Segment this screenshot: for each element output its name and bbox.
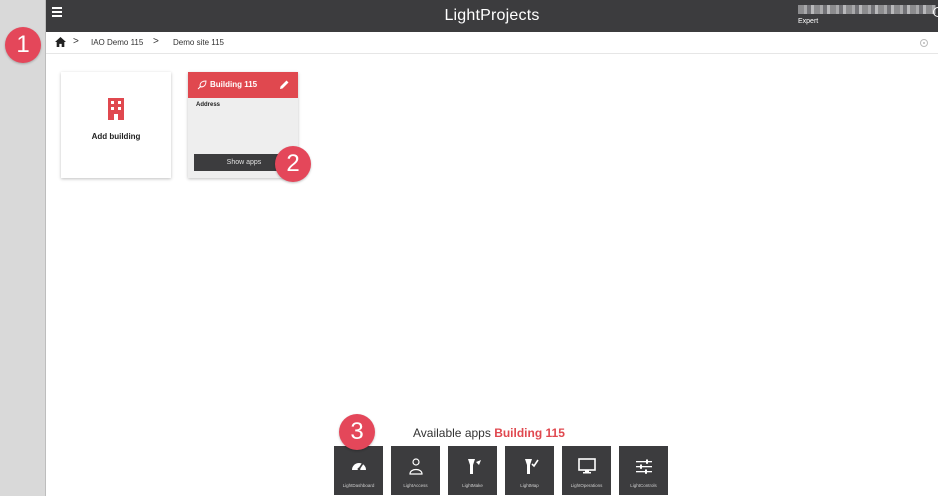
callout-2: 2	[275, 146, 311, 182]
user-icon[interactable]	[933, 7, 938, 17]
top-bar: LightProjects Expert	[46, 0, 938, 32]
app-label: LightDashboard	[342, 483, 375, 488]
app-tile-lightcontrols[interactable]: LightControls	[619, 446, 668, 495]
app-label: LightMake	[462, 483, 483, 488]
sliders-icon	[636, 459, 652, 474]
leaf-icon	[197, 80, 207, 90]
building-title: Building 115	[210, 80, 258, 89]
app-label: LightOperations	[570, 483, 603, 488]
available-apps-heading: Available apps Building 115	[413, 426, 565, 440]
breadcrumb-separator: >	[73, 36, 79, 47]
add-building-card[interactable]: Add building	[61, 72, 171, 178]
building-card-header[interactable]: Building 115	[188, 72, 298, 98]
breadcrumb: > IAO Demo 115 > Demo site 115	[46, 32, 938, 54]
user-role: Expert	[798, 18, 819, 25]
lamp-icon	[468, 459, 481, 474]
app-label: LightAccess	[403, 483, 428, 488]
breadcrumb-item-site-group[interactable]: IAO Demo 115	[91, 38, 143, 47]
user-name-redacted	[798, 5, 936, 14]
app-label: LightControls	[630, 483, 657, 488]
app-tile-lightoperations[interactable]: LightOperations	[562, 446, 611, 495]
home-icon[interactable]	[55, 37, 66, 47]
app-label: LightMap	[520, 483, 539, 488]
callout-3: 3	[339, 414, 375, 450]
person-outline-icon	[409, 458, 423, 475]
address-label: Address	[196, 102, 221, 108]
available-apps-building: Building 115	[494, 426, 565, 440]
speedometer-icon	[352, 462, 366, 471]
user-menu[interactable]: Expert	[794, 2, 938, 28]
building-icon	[108, 98, 124, 120]
left-gutter	[0, 0, 46, 496]
monitor-icon	[578, 458, 596, 474]
app-tile-lightdashboard[interactable]: LightDashboard	[334, 446, 383, 495]
app-tile-lightmake[interactable]: LightMake	[448, 446, 497, 495]
edit-pencil-icon[interactable]	[279, 79, 290, 90]
app-tile-lightaccess[interactable]: LightAccess	[391, 446, 440, 495]
available-apps-prefix: Available apps	[413, 426, 491, 440]
add-building-label: Add building	[91, 132, 141, 141]
callout-1: 1	[5, 27, 41, 63]
breadcrumb-item-site[interactable]: Demo site 115	[173, 38, 224, 47]
app-tile-lightmap[interactable]: LightMap	[505, 446, 554, 495]
app-window: LightProjects Expert > IAO Demo 115 > De…	[46, 0, 938, 496]
settings-icon[interactable]	[920, 39, 928, 47]
breadcrumb-separator: >	[153, 36, 159, 47]
lamp-check-icon	[525, 459, 539, 474]
